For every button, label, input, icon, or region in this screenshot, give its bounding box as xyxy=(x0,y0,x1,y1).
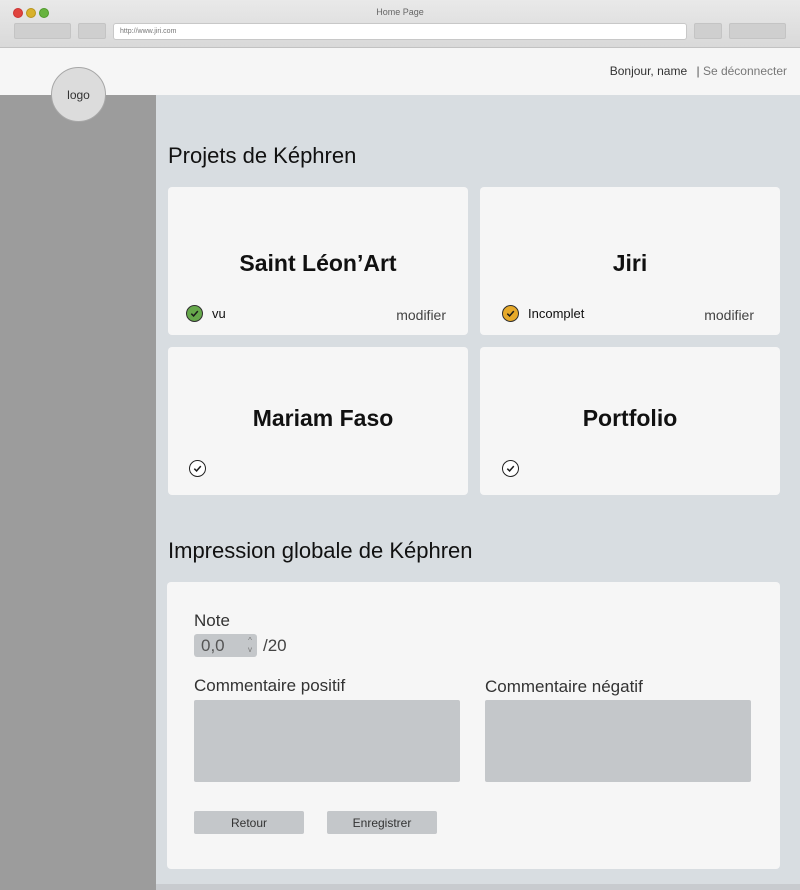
positive-comment-label: Commentaire positif xyxy=(194,676,346,695)
positive-comment-field[interactable] xyxy=(194,700,460,782)
greeting-text: Bonjour, name xyxy=(609,64,688,78)
site-header: Bonjour, name | Se déconnecter xyxy=(0,48,800,95)
note-label: Note xyxy=(194,611,230,630)
check-circle-icon xyxy=(189,460,206,477)
project-title: Mariam Faso xyxy=(252,405,394,431)
negative-comment-field[interactable] xyxy=(485,700,751,782)
project-title: Portfolio xyxy=(582,405,678,431)
project-card[interactable]: Mariam Faso xyxy=(168,347,468,495)
impression-heading: Impression globale de Képhren xyxy=(168,538,473,563)
project-status xyxy=(189,460,215,477)
back-forward-button[interactable] xyxy=(14,23,71,39)
modify-link[interactable]: modifier xyxy=(396,307,446,323)
footer-strip xyxy=(156,884,800,890)
negative-comment-label: Commentaire négatif xyxy=(485,677,643,696)
project-status: vu xyxy=(186,305,226,322)
save-button[interactable]: Enregistrer xyxy=(327,811,437,834)
logout-link[interactable]: Se déconnecter xyxy=(703,64,787,78)
impression-panel: Note 0,0 ^ v /20 Commentaire positif Comm… xyxy=(167,582,780,869)
project-title: Jiri xyxy=(612,250,648,276)
project-card[interactable]: Portfolio xyxy=(480,347,780,495)
separator: | xyxy=(696,64,700,78)
tabs-button[interactable] xyxy=(729,23,786,39)
note-stepper[interactable]: 0,0 ^ v xyxy=(194,634,257,657)
check-circle-icon xyxy=(502,305,519,322)
address-bar[interactable]: http://www.jiri.com xyxy=(113,23,687,40)
user-greeting-bar: Bonjour, name | Se déconnecter xyxy=(610,64,787,78)
projects-heading: Projets de Képhren xyxy=(168,143,357,168)
browser-chrome: Home Page http://www.jiri.com xyxy=(0,0,800,48)
note-max: /20 xyxy=(263,636,287,655)
logo[interactable]: logo xyxy=(51,67,106,122)
status-label: vu xyxy=(212,306,226,321)
project-status: Incomplet xyxy=(502,305,584,322)
back-button[interactable]: Retour xyxy=(194,811,304,834)
check-circle-icon xyxy=(502,460,519,477)
modify-link[interactable]: modifier xyxy=(704,307,754,323)
project-title: Saint Léon’Art xyxy=(239,250,397,276)
reload-button[interactable] xyxy=(78,23,106,39)
project-status xyxy=(502,460,528,477)
project-card[interactable]: Saint Léon’Art vu modifier xyxy=(168,187,468,335)
sidebar xyxy=(0,95,156,890)
stepper-arrows-icon[interactable]: ^ v xyxy=(248,636,252,654)
project-card[interactable]: Jiri Incomplet modifier xyxy=(480,187,780,335)
window-title: Home Page xyxy=(376,7,424,17)
check-circle-icon xyxy=(186,305,203,322)
status-label: Incomplet xyxy=(528,306,585,321)
share-button[interactable] xyxy=(694,23,722,39)
note-value: 0,0 xyxy=(201,636,225,655)
